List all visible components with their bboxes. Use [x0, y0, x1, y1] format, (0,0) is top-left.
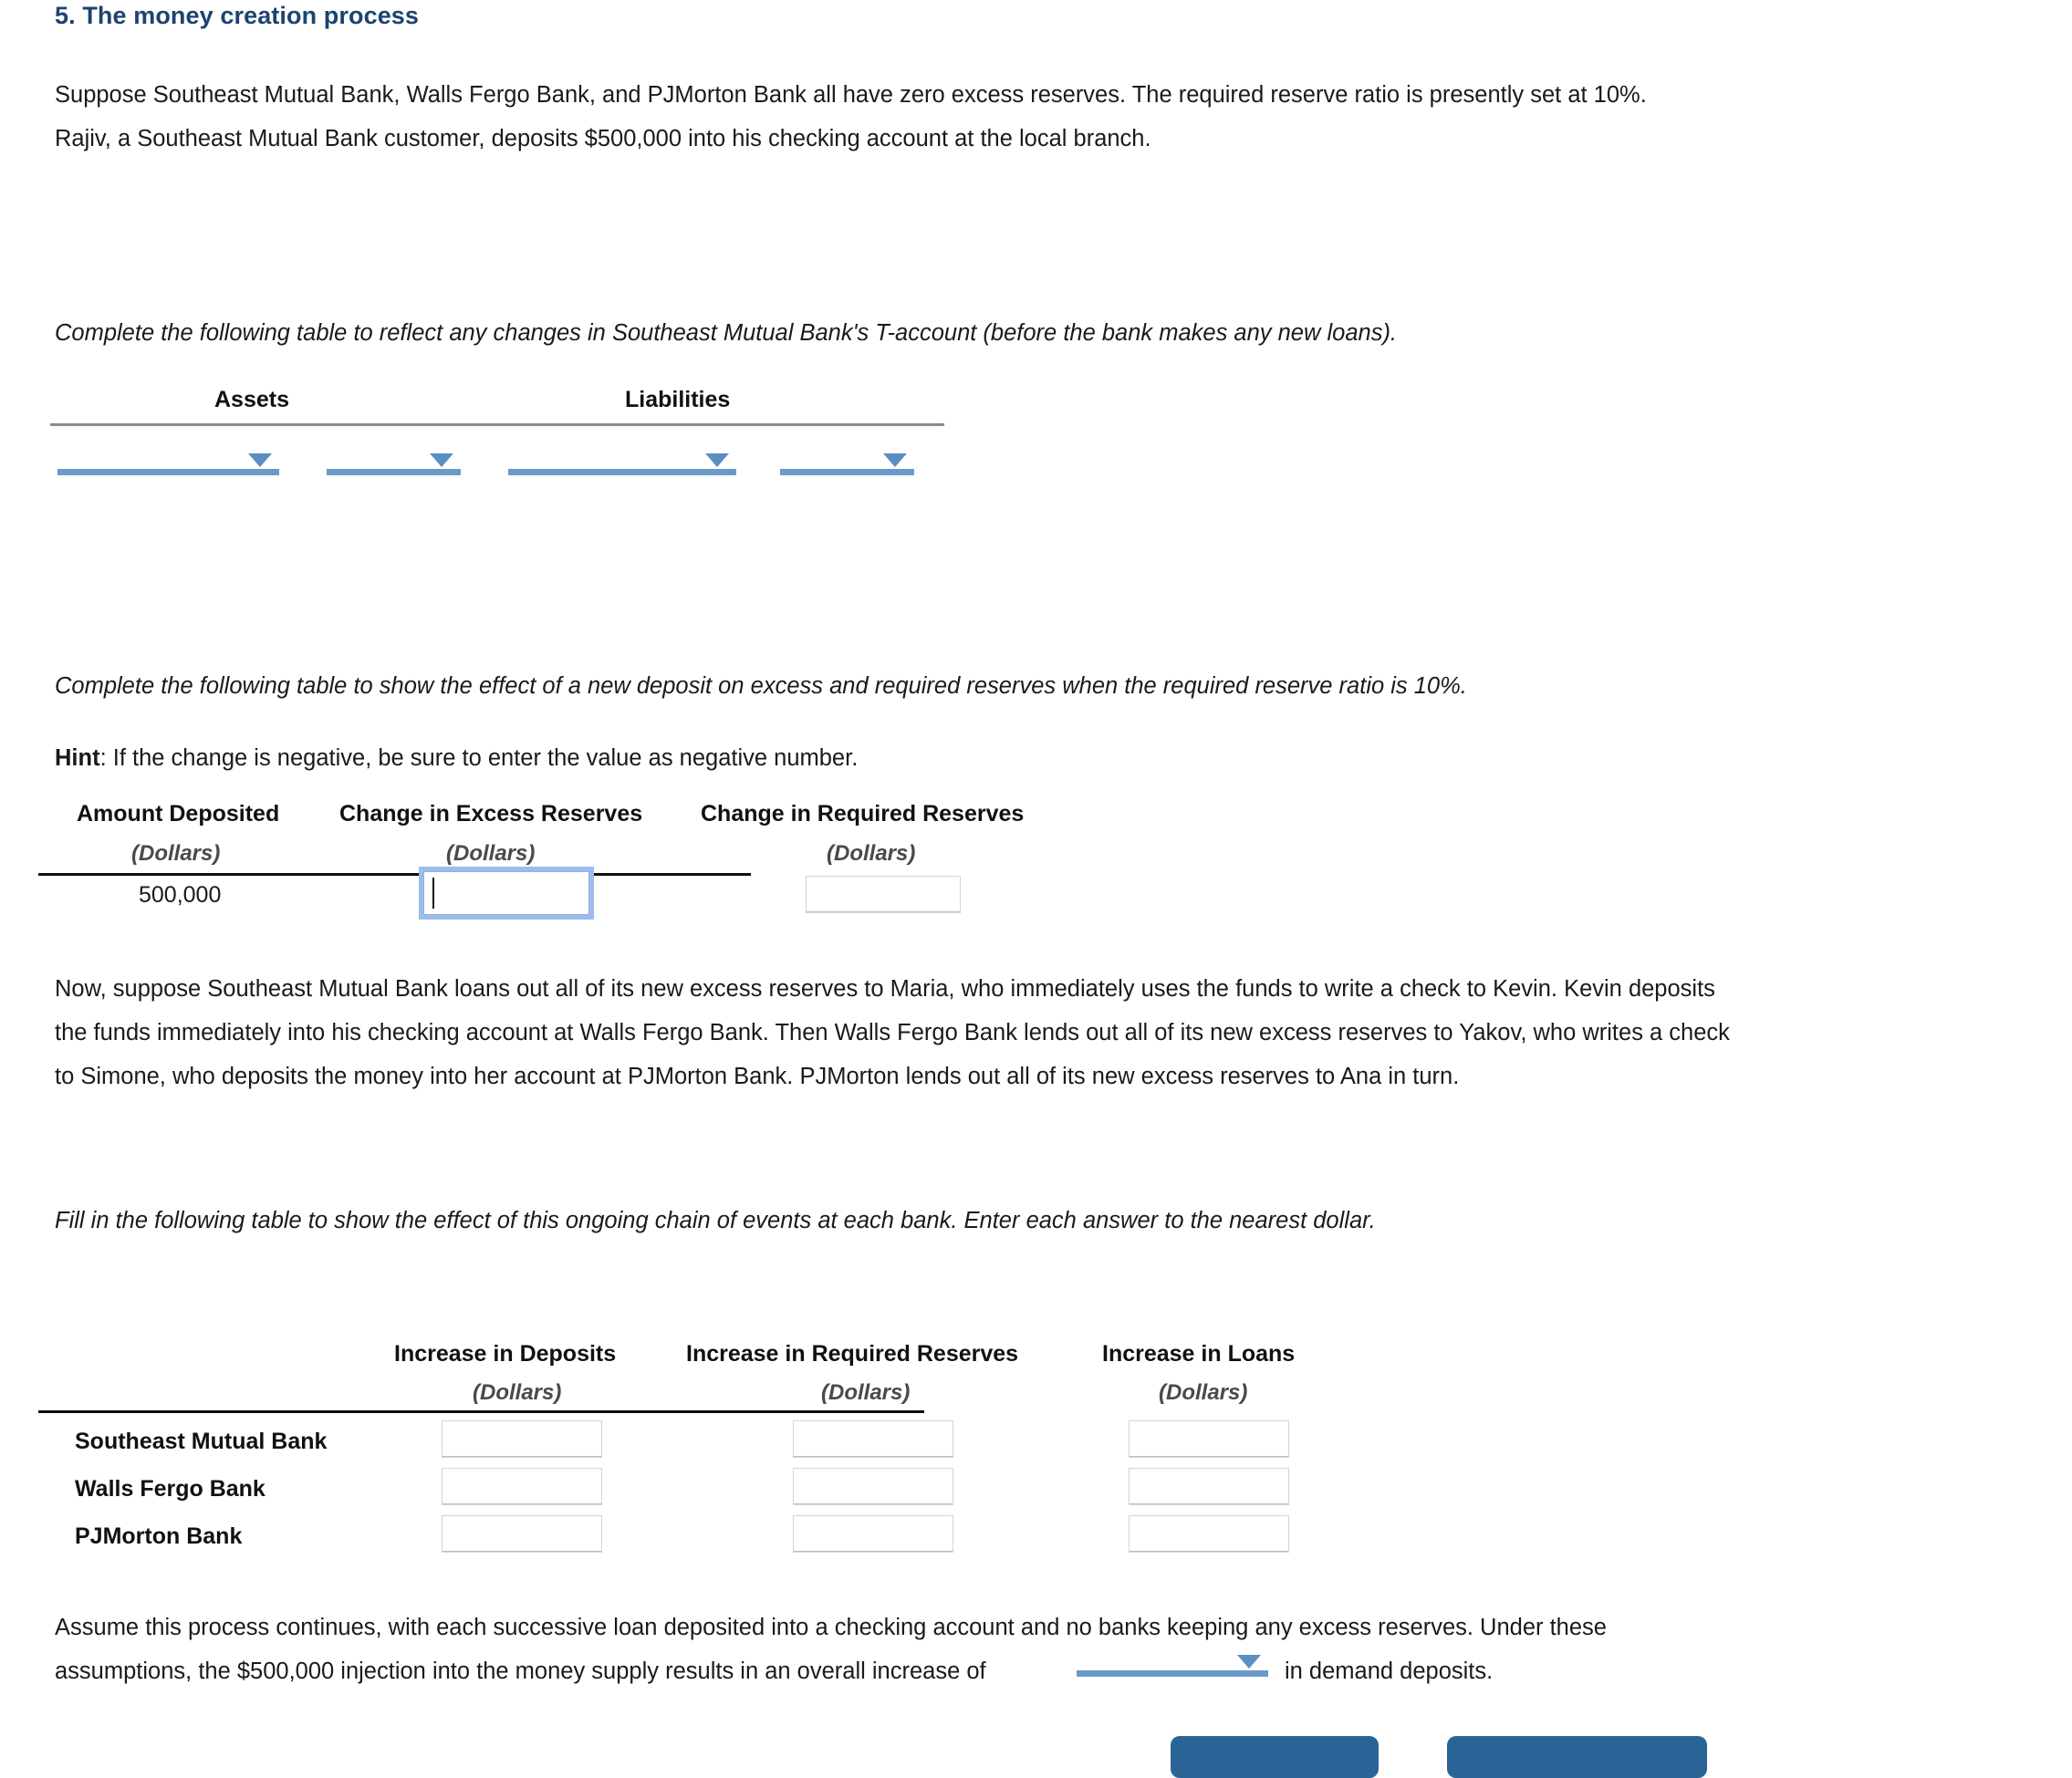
conclusion-line-1: Assume this process continues, with each… — [55, 1615, 1607, 1640]
dropdown-underline — [327, 469, 461, 475]
reserves-subheader-dollars-2: (Dollars) — [446, 841, 536, 866]
question-page: 5. The money creation process Suppose So… — [0, 0, 2072, 1778]
bank-subheader-dollars-3: (Dollars) — [1159, 1380, 1248, 1405]
pjmorton-deposits-input[interactable] — [442, 1515, 602, 1552]
reserves-header-change-excess: Change in Excess Reserves — [339, 801, 643, 827]
conclusion-line-2-suffix: in demand deposits. — [1285, 1658, 1494, 1684]
chevron-down-icon — [705, 453, 729, 467]
change-excess-reserves-input[interactable] — [419, 867, 594, 920]
reserves-header-amount-deposited: Amount Deposited — [77, 801, 280, 827]
reserves-subheader-dollars-1: (Dollars) — [131, 841, 221, 866]
liabilities-amount-dropdown[interactable] — [780, 446, 914, 475]
conclusion-line-2-prefix: assumptions, the $500,000 injection into… — [55, 1658, 986, 1684]
bank-subheader-dollars-1: (Dollars) — [473, 1380, 562, 1405]
bank-row-label-walls-fergo: Walls Fergo Bank — [75, 1476, 266, 1502]
save-continue-button[interactable] — [1447, 1736, 1707, 1778]
bank-row-label-pjmorton: PJMorton Bank — [75, 1523, 243, 1549]
dropdown-underline — [1077, 1670, 1268, 1677]
reserves-subheader-dollars-3: (Dollars) — [827, 841, 916, 866]
bank-subheader-dollars-2: (Dollars) — [821, 1380, 911, 1405]
grade-it-now-button[interactable] — [1171, 1736, 1379, 1778]
chevron-down-icon — [430, 453, 453, 467]
southeast-deposits-input[interactable] — [442, 1420, 602, 1457]
reserves-instruction: Complete the following table to show the… — [55, 673, 1467, 699]
bank-header-increase-required-reserves: Increase in Required Reserves — [686, 1341, 1019, 1367]
taccount-col-liabilities: Liabilities — [625, 387, 731, 412]
bank-table-rule — [38, 1410, 924, 1413]
hint-line: Hint: If the change is negative, be sure… — [55, 745, 858, 772]
bank-row-label-southeast: Southeast Mutual Bank — [75, 1429, 328, 1454]
reserves-amount-deposited-value: 500,000 — [139, 882, 222, 908]
text-cursor — [432, 878, 434, 909]
assets-item-dropdown[interactable] — [57, 446, 279, 475]
pjmorton-required-reserves-input[interactable] — [793, 1515, 953, 1552]
change-required-reserves-input[interactable] — [806, 876, 961, 912]
bank-header-increase-loans: Increase in Loans — [1102, 1341, 1296, 1367]
bank-header-increase-deposits: Increase in Deposits — [394, 1341, 617, 1367]
assets-amount-dropdown[interactable] — [327, 446, 461, 475]
reserves-header-change-required: Change in Required Reserves — [701, 801, 1025, 827]
dropdown-underline — [508, 469, 736, 475]
liabilities-item-dropdown[interactable] — [508, 446, 736, 475]
page-title: 5. The money creation process — [55, 2, 420, 29]
chevron-down-icon — [248, 453, 272, 467]
intro-paragraph: Suppose Southeast Mutual Bank, Walls Fer… — [55, 82, 1647, 151]
dropdown-underline — [57, 469, 279, 475]
walls-fergo-loans-input[interactable] — [1129, 1468, 1289, 1504]
taccount-header-row: Assets Liabilities — [50, 387, 944, 423]
chevron-down-icon — [883, 453, 907, 467]
chain-paragraph: Now, suppose Southeast Mutual Bank loans… — [55, 976, 1730, 1089]
southeast-required-reserves-input[interactable] — [793, 1420, 953, 1457]
taccount-table: Assets Liabilities — [50, 387, 944, 423]
hint-text: : If the change is negative, be sure to … — [99, 745, 859, 771]
walls-fergo-deposits-input[interactable] — [442, 1468, 602, 1504]
pjmorton-loans-input[interactable] — [1129, 1515, 1289, 1552]
reserves-table-rule — [38, 873, 751, 876]
taccount-col-assets: Assets — [214, 387, 289, 412]
overall-increase-dropdown[interactable] — [1077, 1648, 1268, 1677]
hint-label: Hint — [55, 745, 100, 771]
southeast-loans-input[interactable] — [1129, 1420, 1289, 1457]
chevron-down-icon — [1237, 1655, 1261, 1669]
dropdown-underline — [780, 469, 914, 475]
taccount-header-rule — [50, 423, 944, 426]
taccount-instruction: Complete the following table to reflect … — [55, 320, 1398, 346]
walls-fergo-required-reserves-input[interactable] — [793, 1468, 953, 1504]
bank-table-instruction: Fill in the following table to show the … — [55, 1208, 1376, 1233]
